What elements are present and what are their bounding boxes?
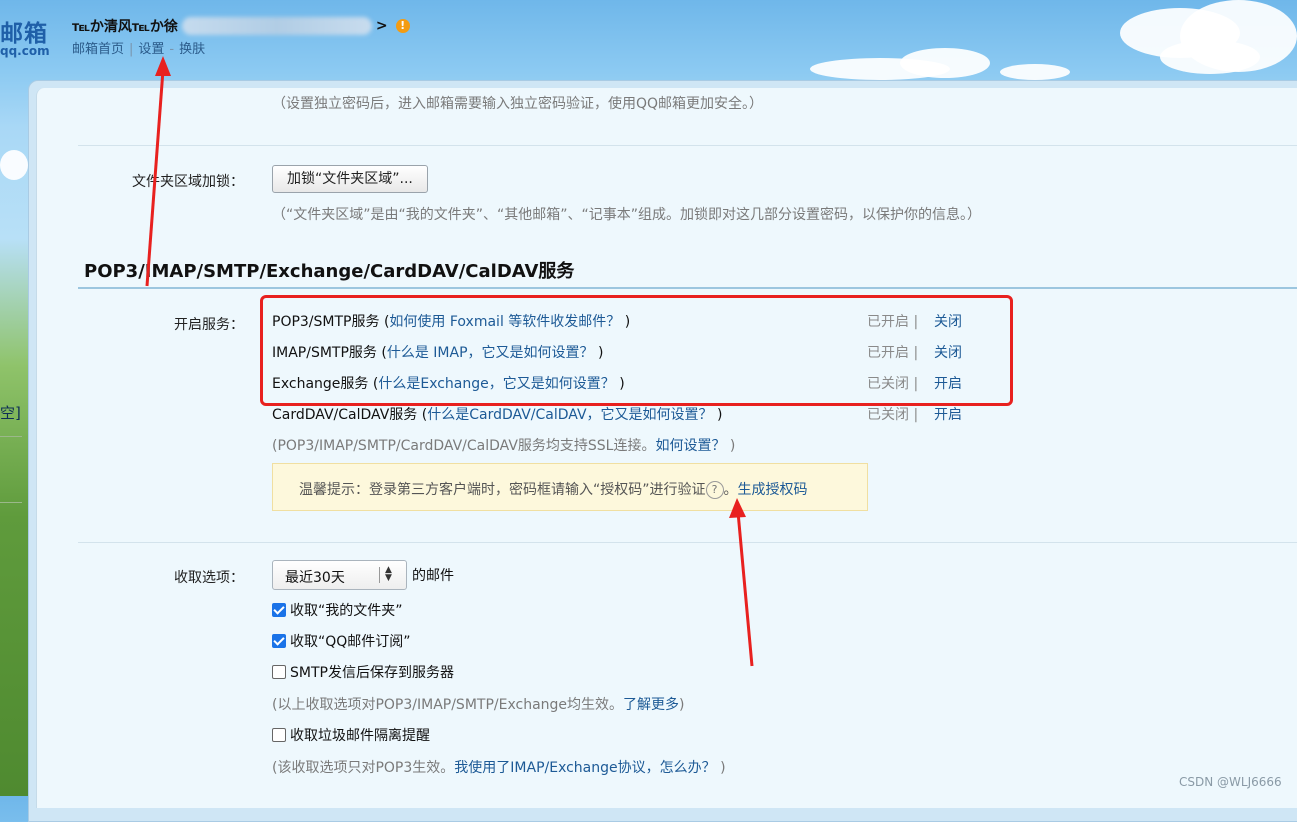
- tip-period: 。: [723, 482, 738, 498]
- option-qq-subscription[interactable]: 收取“QQ邮件订阅”: [272, 631, 411, 651]
- checkbox-checked-icon[interactable]: [272, 603, 286, 617]
- section-underline: [78, 287, 1297, 289]
- folder-lock-button[interactable]: 加锁“文件夹区域”...: [272, 165, 428, 193]
- mail-logo[interactable]: 邮箱: [0, 14, 48, 48]
- ssl-hint-text: (POP3/IMAP/SMTP/CardDAV/CalDAV服务均支持SSL连接…: [272, 438, 656, 454]
- checkbox-unchecked-icon[interactable]: [272, 728, 286, 742]
- user-name-suffix: >: [375, 18, 388, 34]
- nav-separator: |: [129, 42, 134, 57]
- service-toggle-link[interactable]: 开启: [934, 404, 962, 424]
- option-my-folders[interactable]: 收取“我的文件夹”: [272, 600, 403, 620]
- hint-text: (以上收取选项对POP3/IMAP/SMTP/Exchange均生效。: [272, 697, 624, 713]
- checkbox-checked-icon[interactable]: [272, 634, 286, 648]
- service-name: CardDAV/CalDAV服务: [272, 407, 418, 423]
- folder-lock-hint: （“文件夹区域”是由“我的文件夹”、“其他邮箱”、“记事本”组成。加锁即对这几部…: [272, 207, 982, 223]
- receive-options-label: 收取选项：: [174, 570, 244, 586]
- sidebar-divider: [0, 502, 22, 503]
- service-help-link[interactable]: 什么是CardDAV/CalDAV，它又是如何设置？: [427, 407, 712, 423]
- service-status: 已关闭 |: [867, 407, 919, 423]
- ssl-hint: (POP3/IMAP/SMTP/CardDAV/CalDAV服务均支持SSL连接…: [272, 435, 735, 455]
- service-row-carddav-caldav: CardDAV/CalDAV服务 (什么是CardDAV/CalDAV，它又是如…: [272, 404, 972, 428]
- annotation-highlight-box: [260, 295, 1013, 406]
- pop3-only-hint: (该收取选项只对POP3生效。我使用了IMAP/Exchange协议，怎么办？ …: [272, 757, 726, 777]
- select-value: 最近30天: [285, 570, 345, 586]
- receive-range-suffix: 的邮件: [412, 568, 454, 584]
- csdn-watermark: CSDN @WLJ6666: [1179, 775, 1282, 789]
- generate-auth-code-link[interactable]: 生成授权码: [738, 482, 808, 498]
- option-label: 收取“QQ邮件订阅”: [290, 634, 411, 650]
- nav-settings-link[interactable]: 设置: [138, 42, 164, 57]
- section-divider: [78, 542, 1297, 543]
- sidebar-divider: [0, 436, 22, 437]
- paren-open: (: [417, 407, 428, 423]
- learn-more-link[interactable]: 了解更多: [623, 697, 679, 713]
- ssl-setup-link[interactable]: 如何设置？: [655, 438, 725, 454]
- select-arrows-icon: ▲ ▼: [385, 565, 392, 583]
- independent-password-hint: （设置独立密码后，进入邮箱需要输入独立密码验证，使用QQ邮箱更加安全。）: [272, 96, 764, 112]
- header-nav: 邮箱首页 | 设置 - 换肤: [72, 38, 205, 57]
- paren-close: ): [715, 760, 726, 776]
- nav-separator: -: [169, 42, 175, 57]
- enable-services-label: 开启服务：: [174, 317, 244, 333]
- tip-text: 温馨提示：登录第三方客户端时，密码框请输入“授权码”进行验证: [299, 482, 706, 498]
- auth-code-tip: 温馨提示：登录第三方客户端时，密码框请输入“授权码”进行验证? 。生成授权码: [272, 463, 868, 511]
- warning-icon[interactable]: !: [395, 19, 410, 33]
- mail-logo-domain: qq.com: [0, 44, 50, 58]
- option-label: 收取垃圾邮件隔离提醒: [290, 728, 430, 744]
- nav-home-link[interactable]: 邮箱首页: [72, 42, 124, 57]
- user-name: ℡か清风℡か徐: [72, 19, 178, 35]
- hint-text: (该收取选项只对POP3生效。: [272, 760, 455, 776]
- cloud-decoration: [0, 150, 28, 180]
- select-divider: [379, 567, 380, 583]
- mail-header: 邮箱 qq.com ℡か清风℡か徐 > ! 邮箱首页 | 设置 - 换肤: [0, 0, 1297, 86]
- section-divider: [78, 145, 1297, 146]
- option-label: SMTP发信后保存到服务器: [290, 665, 454, 681]
- checkbox-unchecked-icon[interactable]: [272, 665, 286, 679]
- question-icon[interactable]: ?: [705, 481, 724, 499]
- receive-range-select[interactable]: 最近30天 ▲ ▼: [272, 560, 407, 590]
- imap-exchange-help-link[interactable]: 我使用了IMAP/Exchange协议，怎么办？: [454, 760, 715, 776]
- user-account[interactable]: ℡か清风℡か徐 > !: [72, 16, 410, 36]
- sidebar-partial-text[interactable]: 空]: [0, 402, 21, 423]
- receive-options-hint: (以上收取选项对POP3/IMAP/SMTP/Exchange均生效。了解更多): [272, 694, 685, 714]
- paren-close: ): [712, 407, 723, 423]
- paren-close: ): [725, 438, 736, 454]
- option-spam-quarantine[interactable]: 收取垃圾邮件隔离提醒: [272, 725, 430, 745]
- option-save-smtp-sent[interactable]: SMTP发信后保存到服务器: [272, 662, 454, 682]
- services-section-title: POP3/IMAP/SMTP/Exchange/CardDAV/CalDAV服务: [84, 261, 575, 282]
- redacted-email: [181, 17, 372, 35]
- option-label: 收取“我的文件夹”: [290, 603, 403, 619]
- nav-skin-link[interactable]: 换肤: [179, 42, 205, 57]
- folder-lock-label: 文件夹区域加锁：: [132, 174, 244, 190]
- paren-close: ): [679, 697, 685, 713]
